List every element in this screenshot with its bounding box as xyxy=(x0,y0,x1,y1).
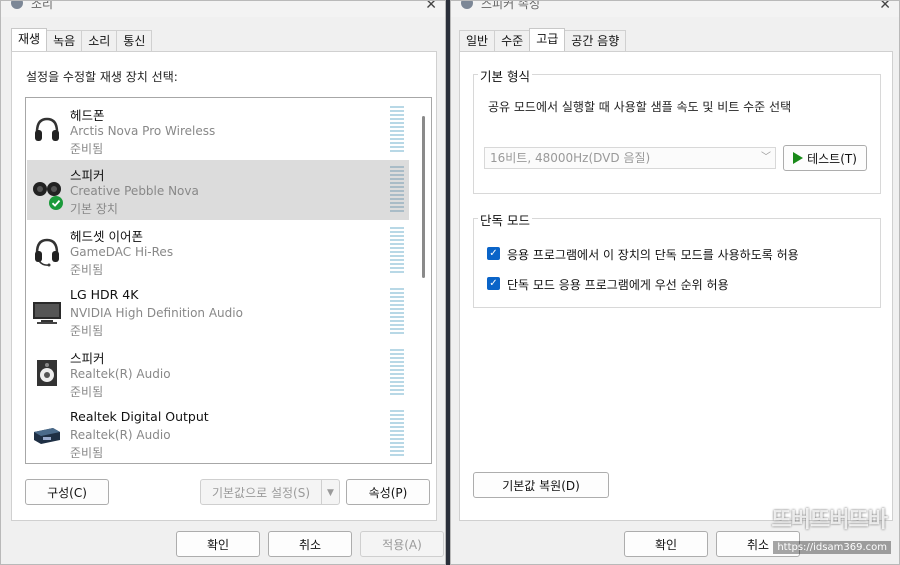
watermark-url: https://idsam369.com xyxy=(773,541,891,554)
exclusive-priority-checkbox[interactable]: ✓ 단독 모드 응용 프로그램에게 우선 순위 허용 xyxy=(487,275,827,293)
group-title: 기본 형식 xyxy=(478,66,532,85)
device-status: 준비됨 xyxy=(70,324,104,338)
set-default-dropdown[interactable]: ▼ xyxy=(321,479,340,505)
device-status: 준비됨 xyxy=(70,385,104,399)
device-description: GameDAC Hi-Res xyxy=(70,245,174,259)
sound-app-icon xyxy=(11,1,23,9)
format-select-value: 16비트, 48000Hz(DVD 음질) xyxy=(490,151,651,165)
device-description: NVIDIA High Definition Audio xyxy=(70,306,243,320)
tab-bar: 일반 수준 고급 공간 음향 xyxy=(459,28,627,52)
volume-level-meter xyxy=(390,106,404,152)
device-description: Arctis Nova Pro Wireless xyxy=(70,124,216,138)
cancel-button[interactable]: 취소 xyxy=(268,531,352,557)
device-name: 스피커 xyxy=(70,351,105,366)
tab-spatial-sound[interactable]: 공간 음향 xyxy=(564,30,627,51)
chevron-down-icon: ▼ xyxy=(327,488,334,498)
apply-button[interactable]: 적용(A) xyxy=(360,531,444,557)
device-description: Creative Pebble Nova xyxy=(70,184,199,198)
device-status: 준비됨 xyxy=(70,142,104,156)
device-status: 준비됨 xyxy=(70,263,104,277)
tab-playback[interactable]: 재생 xyxy=(11,28,48,51)
device-name: 스피커 xyxy=(70,168,105,183)
volume-level-meter xyxy=(390,166,404,212)
test-button-label: 테스트(T) xyxy=(807,152,857,166)
speaker-properties-dialog: 스피커 속성 ✕ 일반 수준 고급 공간 음향 기본 형식 공유 모드에서 실행… xyxy=(450,0,900,565)
default-check-icon xyxy=(49,196,63,210)
volume-level-meter xyxy=(390,410,404,456)
monitor-icon xyxy=(33,302,61,324)
window-title: 소리 xyxy=(31,0,54,11)
headphones-icon xyxy=(35,117,59,141)
properties-button[interactable]: 속성(P) xyxy=(346,479,430,505)
exclusive-mode-group: 단독 모드 ✓ 응용 프로그램에서 이 장치의 단독 모드를 사용하도록 허용 … xyxy=(473,210,881,308)
device-description: Realtek(R) Audio xyxy=(70,428,171,442)
sound-dialog: 소리 ✕ 재생 녹음 소리 통신 설정을 수정할 재생 장치 선택: 헤드폰 A… xyxy=(0,0,446,565)
device-status: 준비됨 xyxy=(70,446,104,460)
instruction-text: 설정을 수정할 재생 장치 선택: xyxy=(26,70,178,84)
tab-recording[interactable]: 녹음 xyxy=(46,30,83,51)
advanced-panel: 기본 형식 공유 모드에서 실행할 때 사용할 샘플 속도 및 비트 수준 선택… xyxy=(459,51,893,521)
device-name: LG HDR 4K xyxy=(70,287,139,302)
configure-button[interactable]: 구성(C) xyxy=(25,479,109,505)
volume-level-meter xyxy=(390,227,404,273)
checkbox-label: 단독 모드 응용 프로그램에게 우선 순위 허용 xyxy=(507,278,729,292)
format-select[interactable]: 16비트, 48000Hz(DVD 음질) ﹀ xyxy=(484,147,776,169)
device-name: 헤드셋 이어폰 xyxy=(70,229,143,244)
device-item-lg-monitor[interactable]: LG HDR 4K NVIDIA High Definition Audio 준… xyxy=(27,282,409,342)
allow-exclusive-checkbox[interactable]: ✓ 응용 프로그램에서 이 장치의 단독 모드를 사용하도록 허용 xyxy=(487,245,827,263)
title-bar: 소리 ✕ xyxy=(1,1,445,17)
headset-icon xyxy=(35,238,59,267)
volume-level-meter xyxy=(390,288,404,334)
format-description: 공유 모드에서 실행할 때 사용할 샘플 속도 및 비트 수준 선택 xyxy=(488,100,792,114)
checkbox-checked-icon: ✓ xyxy=(487,247,500,260)
device-item-realtek-digital[interactable]: Realtek Digital Output Realtek(R) Audio … xyxy=(27,404,409,463)
restore-defaults-button[interactable]: 기본값 복원(D) xyxy=(473,472,609,498)
close-icon[interactable]: ✕ xyxy=(879,1,891,13)
digital-output-icon xyxy=(34,428,60,444)
device-item-speakers-default[interactable]: 스피커 Creative Pebble Nova 기본 장치 xyxy=(27,160,409,220)
device-item-headphones[interactable]: 헤드폰 Arctis Nova Pro Wireless 준비됨 xyxy=(27,100,409,160)
tab-communications[interactable]: 통신 xyxy=(116,30,153,51)
tab-advanced[interactable]: 고급 xyxy=(529,28,566,51)
play-icon xyxy=(793,152,804,164)
checkbox-label: 응용 프로그램에서 이 장치의 단독 모드를 사용하도록 허용 xyxy=(507,248,799,262)
playback-panel: 설정을 수정할 재생 장치 선택: 헤드폰 Arctis Nova Pro Wi… xyxy=(11,51,437,521)
scrollbar-thumb[interactable] xyxy=(422,116,425,278)
volume-level-meter xyxy=(390,349,404,395)
speaker-app-icon xyxy=(461,1,473,9)
ok-button[interactable]: 확인 xyxy=(624,531,708,557)
tab-bar: 재생 녹음 소리 통신 xyxy=(11,28,153,52)
watermark-logo: 뜨버뜨버뜨바 xyxy=(771,508,888,533)
device-item-realtek-speaker[interactable]: 스피커 Realtek(R) Audio 준비됨 xyxy=(27,343,409,403)
group-title: 단독 모드 xyxy=(478,210,532,229)
device-name: Realtek Digital Output xyxy=(70,409,209,424)
window-title: 스피커 속성 xyxy=(481,0,541,11)
device-description: Realtek(R) Audio xyxy=(70,367,171,381)
tab-sounds[interactable]: 소리 xyxy=(81,30,118,51)
set-default-button[interactable]: 기본값으로 설정(S) xyxy=(200,479,322,505)
tab-general[interactable]: 일반 xyxy=(459,30,496,51)
tab-levels[interactable]: 수준 xyxy=(494,30,531,51)
device-name: 헤드폰 xyxy=(70,108,105,123)
chevron-down-icon: ﹀ xyxy=(761,152,771,163)
default-format-group: 기본 형식 공유 모드에서 실행할 때 사용할 샘플 속도 및 비트 수준 선택… xyxy=(473,66,881,194)
ok-button[interactable]: 확인 xyxy=(176,531,260,557)
device-list[interactable]: 헤드폰 Arctis Nova Pro Wireless 준비됨 스피커 Cre… xyxy=(25,97,432,464)
title-bar: 스피커 속성 ✕ xyxy=(451,1,899,17)
checkbox-checked-icon: ✓ xyxy=(487,277,500,290)
device-item-headset[interactable]: 헤드셋 이어폰 GameDAC Hi-Res 준비됨 xyxy=(27,221,409,281)
device-status: 기본 장치 xyxy=(70,202,118,216)
close-icon[interactable]: ✕ xyxy=(425,1,437,13)
speaker-box-icon xyxy=(37,360,57,386)
test-button[interactable]: 테스트(T) xyxy=(783,145,867,171)
